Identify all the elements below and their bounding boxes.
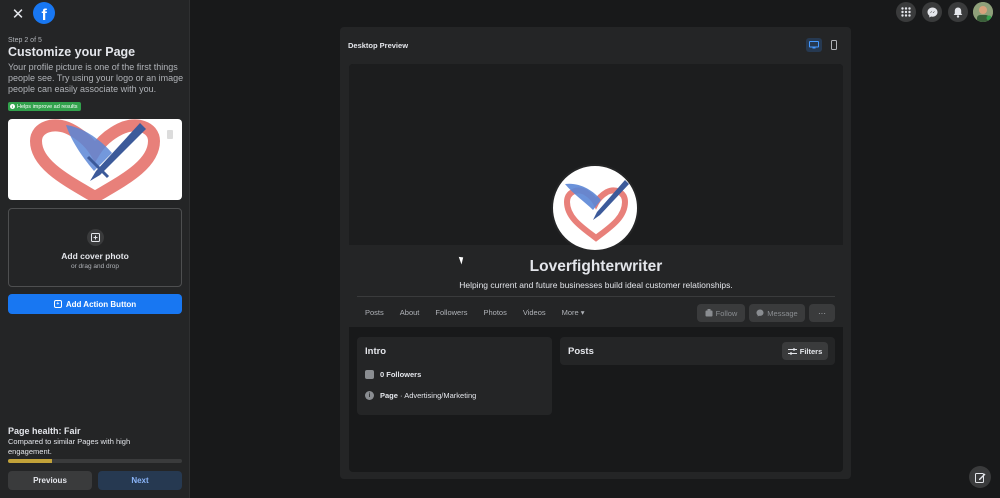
heart-quill-logo-icon xyxy=(563,180,629,242)
bell-icon xyxy=(953,7,963,18)
followers-icon xyxy=(365,370,374,379)
desktop-preview-panel: Desktop Preview Loverfighterwriter Helpi… xyxy=(340,27,851,479)
heart-quill-logo-icon xyxy=(29,119,161,200)
filters-button[interactable]: Filters xyxy=(782,342,828,360)
add-action-button[interactable]: + Add Action Button xyxy=(8,294,182,314)
header-divider xyxy=(357,296,835,297)
add-photo-icon xyxy=(87,229,104,246)
page-title: Customize your Page xyxy=(8,45,136,59)
info-icon: i xyxy=(365,391,374,400)
badge-label: Helps improve ad results xyxy=(17,103,78,110)
page-preview: Loverfighterwriter Helping current and f… xyxy=(349,64,843,472)
profile-photo-icon xyxy=(973,2,993,22)
tab-photos[interactable]: Photos xyxy=(475,304,514,321)
more-options-button[interactable]: ··· xyxy=(809,304,835,322)
trash-icon[interactable] xyxy=(167,130,173,139)
filters-icon xyxy=(787,347,797,355)
page-tagline: Helping current and future businesses bu… xyxy=(459,280,733,290)
follow-icon xyxy=(705,309,713,317)
tab-posts[interactable]: Posts xyxy=(357,304,392,321)
followers-row: 0 Followers xyxy=(365,370,421,379)
add-action-button-label: Add Action Button xyxy=(65,299,137,309)
mobile-preview-toggle[interactable] xyxy=(828,38,840,52)
page-health-bar xyxy=(8,459,182,463)
sidebar: ✕ f Step 2 of 5 Customize your Page Your… xyxy=(0,0,190,498)
preview-title: Desktop Preview xyxy=(348,41,409,50)
message-button[interactable]: Message xyxy=(749,304,805,322)
posts-card: Posts Filters xyxy=(560,337,835,365)
page-health-description: Compared to similar Pages with high enga… xyxy=(8,437,131,456)
intro-title: Intro xyxy=(365,346,387,357)
add-cover-photo-dropzone[interactable]: Add cover photo or drag and drop xyxy=(8,208,182,287)
notifications-button[interactable] xyxy=(948,2,968,22)
messenger-icon xyxy=(927,7,937,17)
add-cover-photo-label: Add cover photo xyxy=(61,251,129,261)
ad-results-badge: i Helps improve ad results xyxy=(8,102,81,111)
compose-button[interactable] xyxy=(969,466,991,488)
filters-label: Filters xyxy=(799,346,823,356)
profile-picture-card[interactable] xyxy=(8,119,182,200)
posts-title: Posts xyxy=(568,346,594,357)
follow-button[interactable]: Follow xyxy=(697,304,745,322)
info-icon: i xyxy=(10,104,15,109)
message-label: Message xyxy=(767,308,798,318)
follow-label: Follow xyxy=(715,308,738,318)
next-button[interactable]: Next xyxy=(98,471,182,490)
desktop-preview-toggle[interactable] xyxy=(806,38,822,52)
tab-more[interactable]: More ▾ xyxy=(554,304,593,321)
category-label: Page xyxy=(380,391,398,400)
category-value: · Advertising/Marketing xyxy=(397,391,477,400)
close-icon: ✕ xyxy=(11,6,25,23)
intro-card: Intro 0 Followers i Page · Advertising/M… xyxy=(357,337,552,415)
close-button[interactable]: ✕ xyxy=(8,4,28,24)
avatar[interactable] xyxy=(973,2,993,22)
facebook-logo-icon[interactable]: f xyxy=(33,2,55,24)
messenger-icon xyxy=(756,309,764,317)
grid-menu-icon xyxy=(901,7,911,17)
page-health-fill xyxy=(8,459,52,463)
previous-button[interactable]: Previous xyxy=(8,471,92,490)
edit-icon xyxy=(974,472,985,483)
menu-button[interactable] xyxy=(896,2,916,22)
step-indicator: Step 2 of 5 xyxy=(8,37,42,44)
tab-followers[interactable]: Followers xyxy=(427,304,475,321)
svg-text:f: f xyxy=(42,7,48,24)
category-row: i Page · Advertising/Marketing xyxy=(365,391,476,400)
mobile-icon xyxy=(831,40,837,50)
app: ✕ f Step 2 of 5 Customize your Page Your… xyxy=(0,0,1000,498)
tab-about[interactable]: About xyxy=(392,304,428,321)
action-button-icon: + xyxy=(53,300,62,308)
followers-count: 0 Followers xyxy=(380,370,422,379)
page-profile-picture xyxy=(551,164,639,252)
drag-drop-hint: or drag and drop xyxy=(70,263,120,270)
desktop-icon xyxy=(809,41,819,49)
tab-videos[interactable]: Videos xyxy=(515,304,554,321)
page-health-title: Page health: Fair xyxy=(8,426,81,436)
step-description: Your profile picture is one of the first… xyxy=(8,62,184,94)
page-name: Loverfighterwriter xyxy=(529,258,663,275)
page-tabs: Posts About Followers Photos Videos More… xyxy=(357,304,593,321)
messenger-button[interactable] xyxy=(922,2,942,22)
